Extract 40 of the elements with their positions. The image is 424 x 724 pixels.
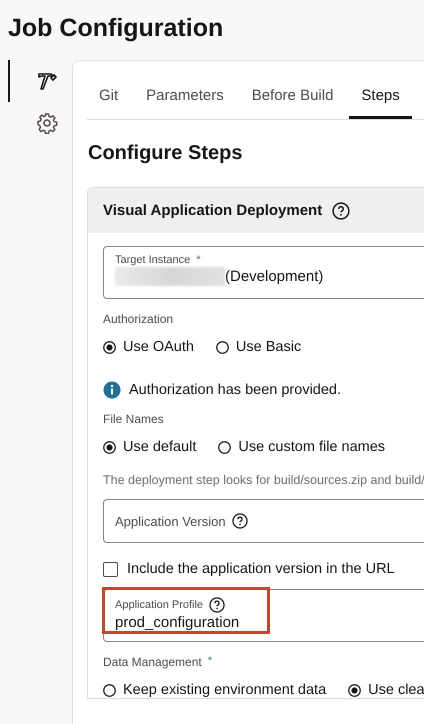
- radio-button[interactable]: [103, 440, 116, 454]
- radio-label[interactable]: Use Basic: [236, 339, 302, 355]
- settings-icon[interactable]: [36, 112, 58, 134]
- input-field[interactable]: Application Profile prod_configuration: [103, 589, 424, 642]
- tab[interactable]: Git: [87, 81, 130, 119]
- input-field[interactable]: Application Version: [103, 499, 424, 543]
- radio-button[interactable]: [348, 684, 362, 696]
- radio-button[interactable]: [103, 340, 116, 354]
- tab[interactable]: Parameters: [134, 81, 236, 119]
- hammer-icon[interactable]: [36, 70, 58, 92]
- radio-label[interactable]: Keep existing environment data: [123, 682, 326, 698]
- checkbox[interactable]: [103, 562, 118, 576]
- section-title: Configure Steps: [87, 141, 244, 166]
- help-icon[interactable]: [332, 202, 350, 220]
- tab[interactable]: Before Build: [240, 81, 346, 119]
- radio-button[interactable]: [103, 684, 116, 696]
- radio-button[interactable]: [218, 440, 232, 454]
- info-icon: [103, 381, 121, 399]
- help-icon[interactable]: [232, 513, 248, 529]
- group-label: File Names: [103, 412, 164, 426]
- tab[interactable]: Steps: [349, 81, 412, 119]
- radio-label[interactable]: Use default: [123, 439, 196, 455]
- radio-label[interactable]: Use OAuth: [123, 339, 194, 355]
- radio-label[interactable]: Use custom file names: [238, 439, 386, 455]
- group-label: Data Management: [103, 655, 202, 669]
- field-label: Application Version: [115, 514, 226, 528]
- group-label: Authorization: [103, 312, 174, 326]
- field-value: (Development): [225, 268, 324, 285]
- card-title: Visual Application Deployment: [103, 202, 322, 219]
- field-label: Application Profile: [115, 599, 204, 611]
- required-mark: *: [196, 254, 200, 266]
- field-value: prod_configuration: [115, 614, 240, 631]
- page-title: Job Configuration: [7, 13, 224, 44]
- checkbox-label[interactable]: Include the application version in the URL: [127, 561, 395, 577]
- radio-button[interactable]: [216, 340, 229, 354]
- input-field[interactable]: Target Instance * (Development): [103, 246, 424, 299]
- required-mark: *: [208, 655, 212, 669]
- field-label: Target Instance: [115, 254, 190, 266]
- info-message: Authorization has been provided.: [129, 382, 342, 398]
- help-icon[interactable]: [209, 597, 226, 613]
